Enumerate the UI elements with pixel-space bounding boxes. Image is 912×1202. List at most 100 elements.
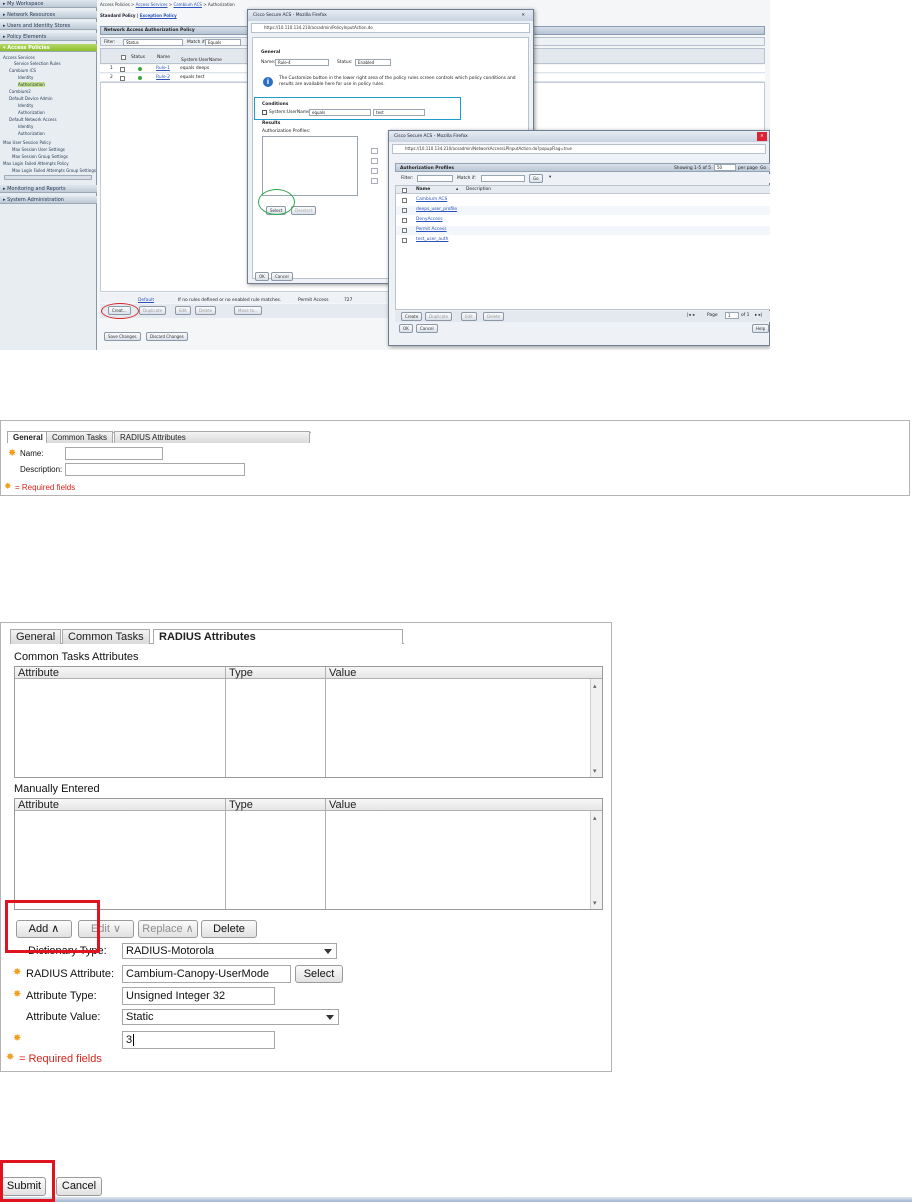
ok-button[interactable]: OK: [399, 324, 413, 333]
select-attribute-button[interactable]: Select: [295, 965, 343, 983]
table-row[interactable]: test_user_auth: [396, 236, 770, 245]
nav-sub-authorization-selected[interactable]: Authorization: [18, 82, 45, 87]
nav-sub-max-session-user[interactable]: Max Session User Settings: [12, 147, 65, 152]
nav-sub-access-services[interactable]: Access Services: [3, 55, 35, 60]
filter-field-select[interactable]: Status: [123, 39, 183, 46]
row-checkbox[interactable]: [120, 76, 125, 81]
rule-name-input[interactable]: Rule-4: [275, 59, 329, 66]
nav-sub-identity[interactable]: Identity: [18, 75, 33, 80]
nav-sub-max-login-failed-group[interactable]: Max Login Failed Attempts Group Settings: [12, 168, 96, 173]
profile-link[interactable]: Permit Access: [416, 227, 447, 232]
breadcrumb-access-services[interactable]: Access Services: [136, 2, 168, 7]
deselect-profile-button[interactable]: Deselect: [291, 206, 317, 215]
nav-sub-cambium2[interactable]: Cambium2: [9, 89, 31, 94]
nav-sub-cambium-ics[interactable]: Cambium iCS: [9, 68, 36, 73]
nav-scrollbar[interactable]: [4, 175, 92, 180]
scroll-down-icon[interactable]: ▾: [593, 767, 597, 775]
replace-attribute-button[interactable]: Replace ∧: [138, 920, 198, 938]
tab-common-tasks[interactable]: Common Tasks: [46, 431, 113, 443]
exception-policy-link[interactable]: Exception Policy: [140, 13, 177, 18]
dictionary-type-select[interactable]: RADIUS-Motorola: [122, 943, 337, 959]
nav-users-identity-stores[interactable]: ▸ Users and Identity Stores: [0, 22, 97, 30]
attribute-value-select[interactable]: Static: [122, 1009, 339, 1025]
nav-sub-default-device-admin[interactable]: Default Device Admin: [9, 96, 53, 101]
arrow-up-icon[interactable]: [371, 148, 378, 154]
help-button[interactable]: Help: [752, 324, 770, 333]
nav-sub-default-network-access[interactable]: Default Network Access: [9, 117, 57, 122]
tab-common-tasks[interactable]: Common Tasks: [62, 629, 150, 644]
radius-attribute-input[interactable]: Cambium-Canopy-UserMode: [122, 965, 291, 983]
page-number-input[interactable]: 1: [725, 312, 739, 319]
vertical-scrollbar[interactable]: ▴ ▾: [590, 679, 602, 777]
scroll-down-icon[interactable]: ▾: [593, 899, 597, 907]
nav-my-workspace[interactable]: ▸ My Workspace: [0, 0, 97, 8]
auth-profiles-list[interactable]: [262, 136, 358, 196]
profile-link[interactable]: DenyAccess: [416, 217, 443, 222]
row-checkbox[interactable]: [402, 238, 407, 243]
table-row[interactable]: Cambium ACS: [396, 196, 770, 205]
nav-sub-identity[interactable]: Identity: [18, 103, 33, 108]
tab-radius-attributes[interactable]: RADIUS Attributes: [153, 629, 403, 644]
name-input[interactable]: [65, 447, 163, 460]
delete-button[interactable]: Delete: [195, 306, 217, 315]
description-input[interactable]: [65, 463, 245, 476]
first-page-icon[interactable]: |◂ ◂: [687, 313, 694, 318]
rule-link[interactable]: Rule-2: [156, 74, 170, 82]
tab-general[interactable]: General: [10, 629, 62, 644]
edit-button[interactable]: Edit: [175, 306, 191, 315]
row-checkbox[interactable]: [402, 208, 407, 213]
save-changes-button[interactable]: Save Changes: [104, 332, 141, 341]
filter-field-select[interactable]: [417, 175, 453, 182]
nav-sub-max-user-session[interactable]: Max User Session Policy: [3, 140, 51, 145]
nav-policy-elements[interactable]: ▸ Policy Elements: [0, 33, 97, 41]
match-select[interactable]: [481, 175, 525, 182]
select-all-checkbox[interactable]: [402, 188, 407, 193]
arrow-down-icon[interactable]: [371, 178, 378, 184]
row-checkbox[interactable]: [120, 67, 125, 72]
nav-system-administration[interactable]: ▸ System Administration: [0, 196, 97, 204]
match-equals-select[interactable]: Equals: [205, 39, 241, 46]
filter-options-icon[interactable]: ▾: [549, 175, 551, 180]
scroll-up-icon[interactable]: ▴: [593, 682, 597, 690]
select-all-checkbox[interactable]: [121, 55, 126, 60]
rule-link[interactable]: Rule-1: [156, 65, 170, 73]
attribute-value-input[interactable]: 3: [122, 1031, 275, 1049]
attribute-type-input[interactable]: Unsigned Integer 32: [122, 987, 275, 1005]
nav-sub-identity[interactable]: Identity: [18, 124, 33, 129]
close-icon[interactable]: ✕: [757, 132, 767, 141]
row-checkbox[interactable]: [402, 198, 407, 203]
cancel-button[interactable]: Cancel: [416, 324, 438, 333]
row-checkbox[interactable]: [402, 218, 407, 223]
table-row[interactable]: DenyAccess: [396, 216, 770, 225]
breadcrumb-cambium-acs[interactable]: Cambium ACS: [173, 2, 202, 7]
cancel-button[interactable]: Cancel: [56, 1177, 102, 1196]
delete-profile-button[interactable]: Delete: [483, 312, 505, 321]
close-icon[interactable]: ✕: [521, 10, 525, 21]
profile-link[interactable]: deeps_user_profile: [416, 207, 457, 212]
nav-sub-authorization[interactable]: Authorization: [18, 110, 45, 115]
filter-go-button[interactable]: Go: [529, 174, 543, 183]
arrow-down-icon[interactable]: [371, 168, 378, 174]
nav-access-policies[interactable]: ▾ Access Policies: [0, 44, 97, 52]
tab-general[interactable]: General: [7, 431, 49, 443]
create-profile-button[interactable]: Create: [401, 312, 423, 321]
table-row[interactable]: deeps_user_profile: [396, 206, 770, 215]
delete-attribute-button[interactable]: Delete: [201, 920, 257, 938]
duplicate-profile-button[interactable]: Duplicate: [425, 312, 453, 321]
status-select[interactable]: Enabled: [355, 59, 391, 66]
profile-link[interactable]: test_user_auth: [416, 237, 448, 242]
nav-sub-service-selection[interactable]: Service Selection Rules: [14, 61, 61, 66]
arrow-up-icon[interactable]: [371, 158, 378, 164]
ok-button[interactable]: OK: [255, 272, 269, 281]
tab-radius-attributes[interactable]: RADIUS Attributes: [114, 431, 310, 443]
nav-monitoring-reports[interactable]: ▸ Monitoring and Reports: [0, 185, 97, 193]
discard-changes-button[interactable]: Discard Changes: [146, 332, 188, 341]
edit-profile-button[interactable]: Edit: [461, 312, 477, 321]
nav-sub-authorization[interactable]: Authorization: [18, 131, 45, 136]
move-to-button[interactable]: Move to...: [234, 306, 262, 315]
per-page-select[interactable]: 50: [714, 164, 736, 171]
duplicate-button[interactable]: Duplicate: [139, 306, 167, 315]
go-button[interactable]: Go: [760, 166, 766, 171]
cancel-button[interactable]: Cancel: [271, 272, 293, 281]
nav-sub-max-login-failed[interactable]: Max Login Failed Attempts Policy: [3, 161, 69, 166]
